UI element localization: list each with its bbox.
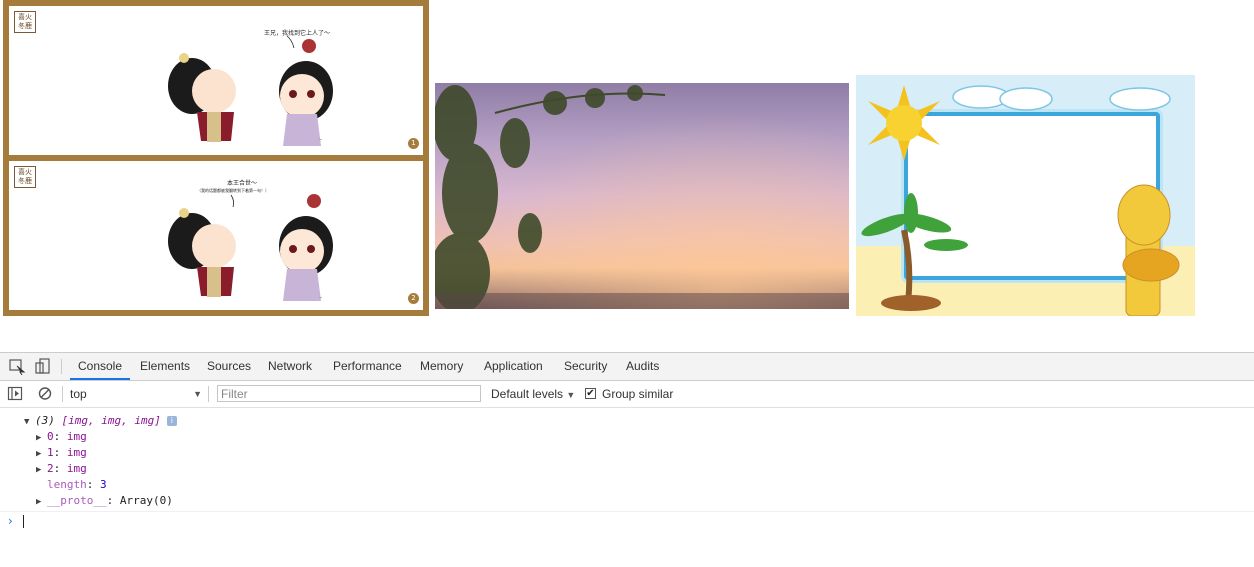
context-value: top bbox=[70, 387, 87, 401]
expand-triangle-icon[interactable]: ▶ bbox=[36, 462, 47, 478]
proto-key: __proto__ bbox=[47, 494, 107, 507]
tab-elements[interactable]: Elements bbox=[140, 353, 190, 380]
expand-triangle-icon[interactable]: ▼ bbox=[24, 414, 35, 430]
speech-bubble-subtext: （我的话题都被我翻转到下着第一句！） bbox=[197, 188, 269, 193]
log-levels-dropdown[interactable]: Default levels ▼ bbox=[491, 385, 575, 403]
console-tree-item[interactable]: ▶ 1: img bbox=[36, 445, 87, 461]
devtools-tab-bar: Console Elements Sources Network Perform… bbox=[0, 353, 1254, 381]
item-key: 0 bbox=[47, 430, 54, 443]
tab-network[interactable]: Network bbox=[268, 353, 312, 380]
comic-characters-illustration bbox=[168, 35, 333, 146]
tab-audits[interactable]: Audits bbox=[626, 353, 659, 380]
cartoon-frame-image bbox=[856, 75, 1195, 316]
signature: ~ bbox=[319, 295, 323, 300]
comic-image: 喜火冬鹿 王兄，我找到它上人了～ ~ 1 喜火冬鹿 本王合世～ （我的话题都被我… bbox=[3, 0, 429, 316]
comic-panel-1: 喜火冬鹿 王兄，我找到它上人了～ ~ 1 bbox=[9, 6, 423, 155]
console-toolbar: top ▼ Default levels ▼ ✔ Group similar bbox=[0, 381, 1254, 408]
array-preview: [img, img, img] bbox=[61, 414, 161, 427]
filter-input[interactable] bbox=[217, 385, 481, 402]
group-similar-checkbox[interactable]: ✔ bbox=[585, 388, 596, 399]
tab-memory[interactable]: Memory bbox=[420, 353, 463, 380]
console-proto-row[interactable]: ▶ __proto__: Array(0) bbox=[36, 493, 173, 509]
panel-number-badge: 1 bbox=[408, 138, 419, 149]
tab-sources[interactable]: Sources bbox=[207, 353, 251, 380]
group-similar-label[interactable]: Group similar bbox=[602, 385, 673, 403]
expand-triangle-icon[interactable]: ▶ bbox=[36, 494, 47, 510]
item-value: img bbox=[66, 462, 87, 475]
console-prompt-row[interactable]: › bbox=[0, 511, 1254, 532]
array-count: (3) bbox=[35, 414, 55, 427]
devtools-panel: Console Elements Sources Network Perform… bbox=[0, 352, 1254, 567]
prompt-chevron-icon: › bbox=[8, 514, 13, 528]
text-caret bbox=[23, 515, 24, 528]
tab-console[interactable]: Console bbox=[70, 353, 130, 380]
console-tree-item[interactable]: ▶ 2: img bbox=[36, 461, 87, 477]
sun-palm-giraffe-illustration bbox=[861, 85, 1180, 316]
length-key: length bbox=[47, 478, 87, 491]
dropdown-arrow-icon: ▼ bbox=[193, 389, 202, 399]
context-selector[interactable]: top ▼ bbox=[70, 385, 202, 403]
expand-triangle-icon[interactable]: ▶ bbox=[36, 430, 47, 446]
speech-bubble-text: 本王合世～ bbox=[227, 180, 258, 187]
device-toolbar-icon[interactable] bbox=[34, 357, 52, 375]
tab-security[interactable]: Security bbox=[564, 353, 607, 380]
item-value: img bbox=[66, 430, 87, 443]
length-value: 3 bbox=[100, 478, 107, 491]
tab-application[interactable]: Application bbox=[484, 353, 543, 380]
clear-console-icon[interactable] bbox=[37, 385, 55, 403]
inspect-icon[interactable] bbox=[8, 357, 26, 376]
item-key: 1 bbox=[47, 446, 54, 459]
proto-value: Array(0) bbox=[119, 494, 173, 507]
log-levels-label: Default levels bbox=[491, 387, 564, 401]
dropdown-arrow-icon: ▼ bbox=[566, 390, 576, 400]
console-tree-item[interactable]: ▶ 0: img bbox=[36, 429, 87, 445]
sunset-photo bbox=[435, 83, 849, 309]
console-length-row: length: 3 bbox=[47, 478, 107, 491]
info-icon[interactable]: i bbox=[166, 416, 177, 426]
item-key: 2 bbox=[47, 462, 54, 475]
vine-leaves-illustration bbox=[435, 85, 849, 309]
speech-bubble-text: 王兄，我找到它上人了～ bbox=[264, 30, 331, 37]
tab-performance[interactable]: Performance bbox=[333, 353, 402, 380]
expand-triangle-icon[interactable]: ▶ bbox=[36, 446, 47, 462]
signature: ~ bbox=[319, 137, 323, 142]
comic-panel-2: 喜火冬鹿 本王合世～ （我的话题都被我翻转到下着第一句！） ~ 2 bbox=[9, 161, 423, 310]
item-value: img bbox=[66, 446, 87, 459]
comic-characters-illustration bbox=[168, 194, 333, 301]
panel-number-badge: 2 bbox=[408, 293, 419, 304]
sidebar-toggle-icon[interactable] bbox=[7, 385, 25, 403]
console-array-summary[interactable]: ▼ (3) [img, img, img] i bbox=[24, 413, 177, 429]
